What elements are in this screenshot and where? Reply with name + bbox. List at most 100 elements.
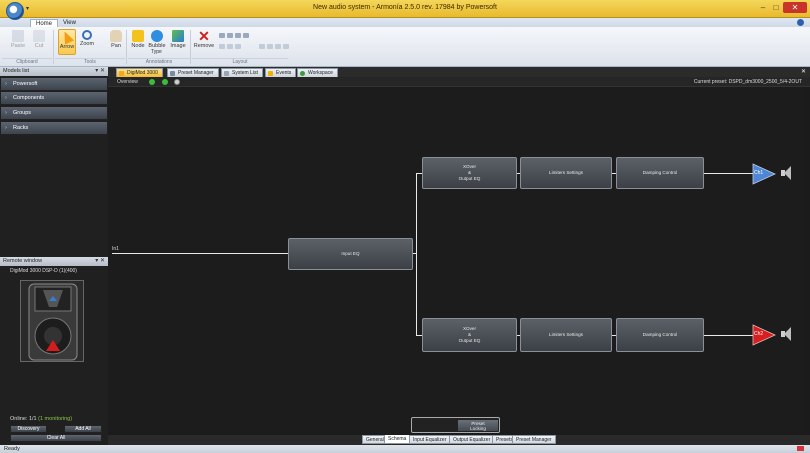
- limiters-block-ch2[interactable]: Limiters Settings: [520, 318, 612, 352]
- cut-button[interactable]: Cut: [30, 29, 48, 55]
- wire: [112, 253, 288, 254]
- group-layout: Layout: [192, 58, 288, 65]
- arrow-icon: [59, 29, 75, 45]
- input-label: In1: [112, 246, 119, 252]
- clear-all-button[interactable]: Clear All: [10, 434, 102, 442]
- input-eq-block[interactable]: Input EQ: [288, 238, 413, 270]
- online-status-text: Online: 1/1: [10, 416, 37, 422]
- separator: [53, 30, 54, 64]
- bottom-tabs: General Schema Input Equalizer Output Eq…: [108, 435, 810, 445]
- bubble-icon: [151, 30, 163, 42]
- close-button[interactable]: ✕: [783, 2, 807, 13]
- zoom-tool-button[interactable]: Zoom: [78, 29, 96, 55]
- order-front-icon[interactable]: [259, 44, 265, 49]
- tab-system-list[interactable]: System List: [221, 68, 263, 77]
- status-bar: Ready: [0, 445, 810, 453]
- status-text: Ready: [4, 446, 20, 452]
- overview-label[interactable]: Overview: [117, 79, 138, 85]
- title-bar: New audio system - Armonía 2.5.0 rev. 17…: [0, 0, 810, 18]
- group-icon[interactable]: [275, 44, 281, 49]
- bubble-type-label[interactable]: Type: [151, 49, 162, 55]
- models-list-title: Models list: [3, 68, 29, 74]
- ribbon-tab-row: Home View: [0, 18, 810, 27]
- tab-events[interactable]: Events: [265, 68, 297, 77]
- close-document-icon[interactable]: ✕: [801, 68, 806, 75]
- add-all-button[interactable]: Add All: [64, 425, 102, 433]
- damping-block-ch1[interactable]: Damping Control: [616, 157, 704, 189]
- panel-controls[interactable]: ▾ ✕: [95, 257, 105, 266]
- zoom-label: Zoom: [79, 41, 95, 47]
- tab-preset-manager-bottom[interactable]: Preset Manager: [512, 435, 556, 444]
- paste-label: Paste: [10, 43, 26, 49]
- distribute-v-icon[interactable]: [227, 44, 233, 49]
- node-icon: [132, 30, 144, 42]
- node-button[interactable]: Node: [129, 29, 147, 55]
- arrow-tool-button[interactable]: Arrow: [58, 29, 76, 55]
- models-item-components[interactable]: Components: [1, 92, 107, 105]
- image-button[interactable]: Image: [169, 29, 187, 55]
- pan-tool-button[interactable]: Pan: [107, 29, 125, 55]
- xover-block-ch1[interactable]: XOver & Output EQ: [422, 157, 517, 189]
- tab-preset-manager[interactable]: Preset Manager: [167, 68, 219, 77]
- tab-home[interactable]: Home: [30, 19, 59, 27]
- align-top-icon[interactable]: [243, 33, 249, 38]
- wire: [703, 173, 753, 174]
- tab-workspace-label: Workspace: [308, 70, 333, 76]
- preset-locking-button[interactable]: Preset Locking: [458, 420, 498, 431]
- wire: [703, 335, 753, 336]
- separator: [126, 30, 127, 64]
- arrow-label: Arrow: [59, 44, 75, 50]
- quick-access-toolbar[interactable]: ▾: [26, 5, 29, 12]
- tab-output-equalizer[interactable]: Output Equalizer: [449, 435, 495, 444]
- order-back-icon[interactable]: [267, 44, 273, 49]
- tab-digimod-label: DigiMod 3000: [127, 70, 158, 76]
- damping-block-ch2[interactable]: Damping Control: [616, 318, 704, 352]
- group-annotations: Annotations: [128, 58, 190, 65]
- xover-block-ch2[interactable]: XOver & Output EQ: [422, 318, 517, 352]
- node-label: Node: [131, 43, 145, 49]
- paste-button[interactable]: Paste: [9, 29, 27, 55]
- device-thumbnail[interactable]: [20, 280, 84, 362]
- speaker-cabinet-icon: [28, 283, 78, 361]
- ungroup-icon[interactable]: [283, 44, 289, 49]
- document-tabs: DigiMod 3000 Preset Manager System List …: [108, 67, 810, 77]
- app-logo-icon[interactable]: [6, 2, 24, 20]
- same-size-icon[interactable]: [235, 44, 241, 49]
- limiters-block-ch1[interactable]: Limiters Settings: [520, 157, 612, 189]
- tab-view[interactable]: View: [58, 19, 81, 27]
- remove-button[interactable]: ✕ Remove: [193, 29, 215, 55]
- align-right-icon[interactable]: [235, 33, 241, 38]
- ch1-label: Ch1: [754, 170, 764, 176]
- models-item-groups[interactable]: Groups: [1, 107, 107, 120]
- cut-label: Cut: [34, 43, 44, 49]
- wire: [416, 173, 417, 335]
- minimize-button[interactable]: –: [757, 2, 769, 13]
- remote-window-header: Remote window ▾ ✕: [0, 257, 108, 266]
- panel-controls[interactable]: ▾ ✕: [95, 67, 105, 76]
- powersoft-logo-icon: [797, 446, 804, 451]
- models-item-racks[interactable]: Racks: [1, 122, 107, 135]
- distribute-h-icon[interactable]: [219, 44, 225, 49]
- models-item-powersoft[interactable]: Powersoft: [1, 78, 107, 91]
- models-list-header: Models list ▾ ✕: [0, 67, 108, 76]
- left-panel: Models list ▾ ✕ Powersoft Components Gro…: [0, 67, 108, 445]
- speaker-ch2-icon: [781, 327, 791, 341]
- align-left-icon[interactable]: [219, 33, 225, 38]
- ribbon: Paste Cut Arrow Zoom Pan Node Bubble Typ…: [0, 27, 810, 67]
- tab-input-equalizer[interactable]: Input Equalizer: [409, 435, 451, 444]
- help-icon[interactable]: [797, 19, 804, 26]
- workspace-icon: [300, 71, 305, 76]
- tab-preset-manager-label: Preset Manager: [178, 70, 214, 76]
- separator: [190, 30, 191, 64]
- discovery-button[interactable]: Discovery: [10, 425, 47, 433]
- settings-gear-icon[interactable]: [174, 79, 180, 85]
- align-center-icon[interactable]: [227, 33, 233, 38]
- tab-workspace[interactable]: Workspace: [297, 68, 338, 77]
- maximize-button[interactable]: □: [770, 2, 782, 13]
- monitoring-status: (1 monitoring): [38, 416, 73, 422]
- current-preset: Current preset: DSPD_dm3000_2500_5/4-2OU…: [693, 79, 802, 85]
- tab-schema[interactable]: Schema: [384, 435, 411, 444]
- tab-digimod[interactable]: DigiMod 3000: [116, 68, 163, 77]
- schema-canvas[interactable]: [108, 87, 804, 433]
- pan-label: Pan: [111, 43, 121, 49]
